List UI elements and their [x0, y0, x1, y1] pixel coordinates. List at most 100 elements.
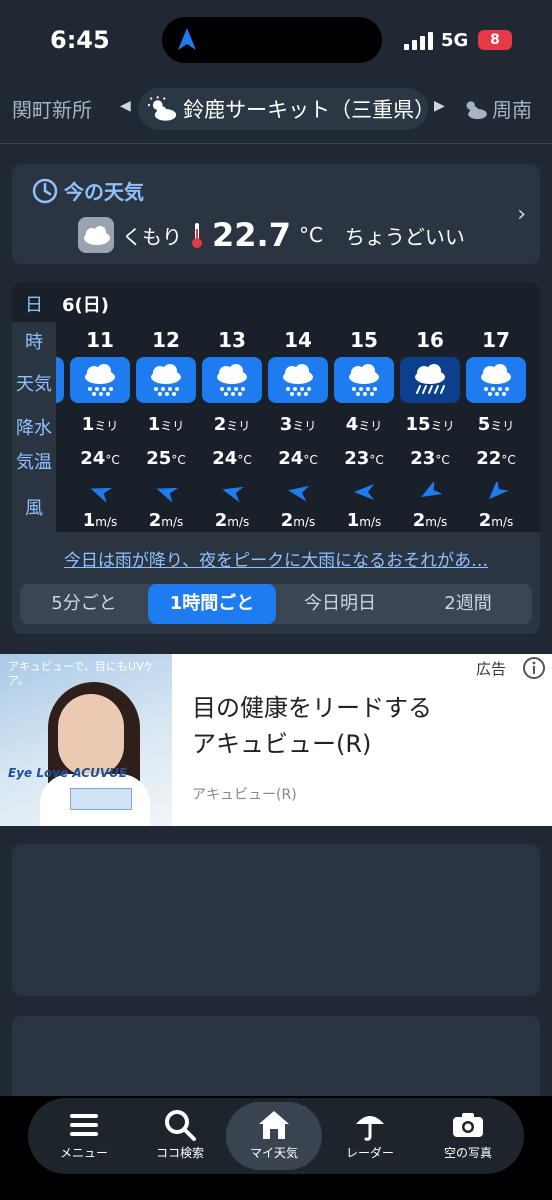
- heavy-rain-icon: [400, 357, 460, 403]
- ad-banner[interactable]: アキュビューで、目にもUVケア。 Eye Love ACUVUE 目の健康をリー…: [0, 654, 552, 826]
- wind-value: 2: [478, 510, 492, 531]
- temp-cell: 24°C: [200, 448, 264, 469]
- wind-unit: m/s: [161, 515, 184, 529]
- forecast-summary-link[interactable]: 今日は雨が降り、夜をピークに大雨になるおそれがあ…: [12, 546, 540, 571]
- wind-direction-icon: [90, 487, 112, 502]
- temp-cell: 24°C: [68, 448, 132, 469]
- tab-radar[interactable]: レーダー: [322, 1102, 418, 1170]
- tab-sky-photo[interactable]: 空の写真: [420, 1102, 516, 1170]
- wind-value: 2: [148, 510, 162, 531]
- label-temp: 気温: [16, 452, 52, 473]
- rain-icon: [268, 357, 328, 403]
- battery-icon: 8: [478, 30, 512, 50]
- chevron-right-icon[interactable]: ▶: [434, 98, 445, 114]
- date-row: 日 6(日): [12, 282, 540, 322]
- wind-value: 1: [346, 510, 360, 531]
- precip-cell: 1ミリ: [134, 414, 198, 435]
- tab-my-weather[interactable]: マイ天気: [226, 1102, 322, 1170]
- temp-cell: 24°C: [266, 448, 330, 469]
- location-tab-current[interactable]: 鈴鹿サーキット（三重県）: [138, 88, 435, 130]
- current-weather-card[interactable]: 今の天気 くもり 22.7 °C ちょうどいい ›: [12, 164, 540, 264]
- hour-column: 15 4ミリ 23°C 1m/s: [332, 322, 396, 532]
- status-bar: 6:45 5G 8: [0, 0, 552, 80]
- rain-icon: [56, 357, 64, 403]
- segment-1hour[interactable]: 1時間ごと: [148, 584, 276, 624]
- bottom-tab-bar: メニュー ココ検索 マイ天気 レーダー 空の写真: [28, 1098, 524, 1174]
- segment-today-tomorrow[interactable]: 今日明日: [276, 584, 404, 624]
- location-name-next: 周南: [492, 98, 532, 122]
- content-placeholder: [12, 844, 540, 996]
- rain-icon: [466, 357, 526, 403]
- hour-value: 10: [56, 328, 66, 352]
- content-placeholder: [12, 1016, 540, 1096]
- search-icon: [165, 1110, 196, 1141]
- precip-unit: ミリ: [358, 419, 383, 433]
- segment-2weeks[interactable]: 2週間: [404, 584, 532, 624]
- temp-value: 23: [344, 448, 370, 469]
- current-weather-title: 今の天気: [32, 176, 144, 205]
- temp-unit: °C: [435, 453, 450, 467]
- hour-value: 14: [284, 328, 312, 352]
- precip-cell: 15ミリ: [398, 414, 462, 435]
- ad-title[interactable]: 目の健康をリードする アキュビュー(R): [192, 690, 432, 762]
- home-icon: [259, 1111, 289, 1139]
- temp-value: 23: [410, 448, 436, 469]
- tab-menu[interactable]: メニュー: [36, 1102, 132, 1170]
- current-temperature: 22.7: [212, 216, 291, 254]
- current-weather-title-text: 今の天気: [64, 180, 144, 204]
- partly-cloudy-icon: [148, 96, 177, 121]
- hourly-columns[interactable]: 10 1ミリ 24°C 1m/s 11 1ミリ 24°C 1m/s 12 1ミリ…: [56, 322, 540, 532]
- hour-column: 10 1ミリ 24°C 1m/s: [56, 322, 66, 532]
- wind-direction-icon: [488, 482, 508, 500]
- network-label: 5G: [441, 30, 469, 51]
- info-icon[interactable]: [522, 656, 546, 680]
- wind-cell: 2m/s: [464, 510, 528, 531]
- thermometer-icon: [192, 223, 202, 248]
- temp-unit: °C: [303, 453, 318, 467]
- temp-cell: 22°C: [464, 448, 528, 469]
- precip-cell: 4ミリ: [332, 414, 396, 435]
- location-arrow-icon: [178, 28, 196, 50]
- partly-cloudy-icon: [466, 100, 487, 119]
- wind-cell: 1m/s: [68, 510, 132, 531]
- temp-value: 24: [80, 448, 106, 469]
- wind-direction-icon: [156, 487, 178, 502]
- ad-advertiser: アキュビュー(R): [192, 787, 297, 803]
- ad-title-line2: アキュビュー(R): [192, 730, 372, 758]
- precip-unit: ミリ: [160, 419, 185, 433]
- wind-unit: m/s: [293, 515, 316, 529]
- current-temperature-unit: °C: [298, 223, 323, 247]
- ad-image[interactable]: アキュビューで、目にもUVケア。 Eye Love ACUVUE: [0, 654, 172, 826]
- precip-unit: ミリ: [430, 419, 455, 433]
- wind-direction-icon: [288, 485, 310, 502]
- temp-value: 24: [212, 448, 238, 469]
- temp-value: 25: [146, 448, 172, 469]
- tab-search[interactable]: ココ検索: [132, 1102, 228, 1170]
- location-tabs: 関町新所 ◀ 鈴鹿サーキット（三重県） ▶ 周南: [0, 80, 552, 144]
- precip-cell: 2ミリ: [200, 414, 264, 435]
- chevron-right-icon[interactable]: ›: [517, 202, 526, 227]
- temp-unit: °C: [237, 453, 252, 467]
- wind-direction-icon: [354, 484, 374, 500]
- hour-value: 11: [86, 328, 114, 352]
- tab-menu-label: メニュー: [59, 1146, 108, 1160]
- hour-column: 16 15ミリ 23°C 2m/s: [398, 322, 462, 532]
- ad-model-face: [58, 694, 124, 776]
- precip-value: 3: [279, 414, 293, 435]
- tab-sky-photo-label: 空の写真: [443, 1146, 492, 1160]
- current-weather-row: くもり 22.7 °C ちょうどいい: [78, 216, 465, 254]
- hour-value: 16: [416, 328, 444, 352]
- hour-column: 17 5ミリ 22°C 2m/s: [464, 322, 528, 532]
- segment-5min[interactable]: 5分ごと: [20, 584, 148, 624]
- wind-value: 2: [412, 510, 426, 531]
- wind-direction-icon: [421, 482, 442, 497]
- hour-column: 12 1ミリ 25°C 2m/s: [134, 322, 198, 532]
- temp-cell: 25°C: [134, 448, 198, 469]
- location-tab-prev[interactable]: 関町新所: [12, 94, 92, 123]
- hour-column: 13 2ミリ 24°C 2m/s: [200, 322, 264, 532]
- location-tab-next[interactable]: 周南: [462, 94, 532, 123]
- precip-unit: ミリ: [490, 419, 515, 433]
- forecast-date: 6(日): [62, 295, 109, 316]
- rain-icon: [136, 357, 196, 403]
- chevron-left-icon[interactable]: ◀: [120, 98, 131, 114]
